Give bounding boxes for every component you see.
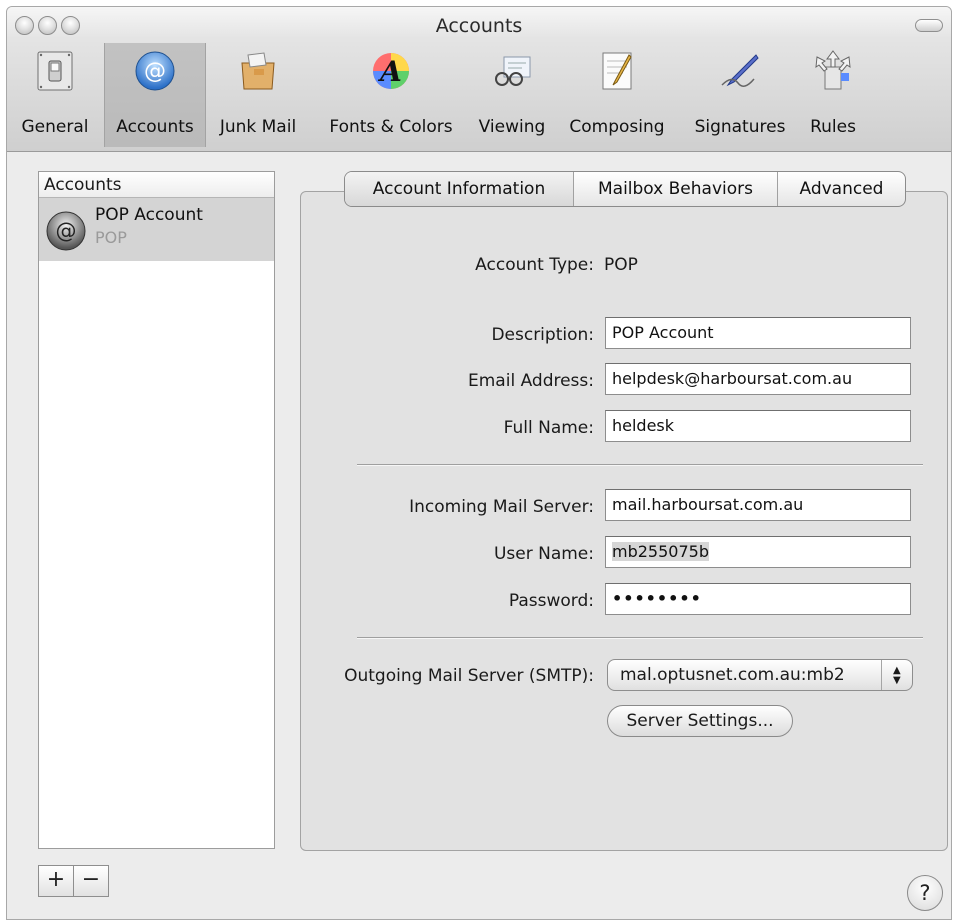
password-label: Password: <box>508 591 594 611</box>
notepad-pencil-icon <box>602 52 632 90</box>
tab-advanced[interactable]: Advanced <box>777 172 905 206</box>
toolbar-viewing[interactable]: Viewing <box>470 43 554 147</box>
user-name-label: User Name: <box>493 544 594 564</box>
account-type: POP <box>95 228 127 247</box>
toolbar-signatures[interactable]: Signatures <box>687 43 793 147</box>
smtp-label: Outgoing Mail Server (SMTP): <box>344 666 594 686</box>
server-settings-button[interactable]: Server Settings... <box>607 705 793 737</box>
help-button[interactable]: ? <box>907 875 943 911</box>
svg-text:@: @ <box>56 219 77 243</box>
account-info-panel <box>300 191 948 851</box>
toolbar-toggle-button[interactable] <box>915 19 943 32</box>
toolbar-label: Junk Mail <box>219 117 297 137</box>
description-label: Description: <box>491 325 594 345</box>
tab-mailbox-behaviors[interactable]: Mailbox Behaviors <box>573 172 777 206</box>
account-type-value: POP <box>604 255 638 275</box>
account-name: POP Account <box>95 205 203 225</box>
toolbar-label: Accounts <box>116 117 194 137</box>
incoming-server-label: Incoming Mail Server: <box>409 497 594 517</box>
user-name-value: mb255075b <box>612 542 709 561</box>
toolbar-label: Signatures <box>694 117 786 137</box>
font-a-icon: A <box>373 53 409 89</box>
list-item[interactable]: @ POP Account POP <box>39 198 274 261</box>
incoming-server-field[interactable]: mail.harboursat.com.au <box>605 489 911 521</box>
at-sign-icon: @ <box>46 211 86 251</box>
glasses-icon <box>495 56 531 86</box>
accounts-list-header: Accounts <box>39 172 274 198</box>
accounts-list[interactable]: Accounts @ POP Account POP <box>38 171 275 849</box>
toolbar-accounts[interactable]: @ Accounts <box>104 43 206 147</box>
full-name-field[interactable]: heldesk <box>605 410 911 442</box>
popup-arrows-icon: ▲ ▼ <box>881 660 912 690</box>
toolbar-composing[interactable]: Composing <box>559 43 675 147</box>
toolbar-label: Viewing <box>478 117 546 137</box>
svg-text:@: @ <box>144 59 166 84</box>
full-name-label: Full Name: <box>503 418 594 438</box>
toolbar-label: Composing <box>569 117 665 137</box>
toolbar-general[interactable]: General <box>9 43 101 147</box>
account-type-label: Account Type: <box>475 255 594 275</box>
email-address-field[interactable]: helpdesk@harboursat.com.au <box>605 363 911 395</box>
smtp-server-popup[interactable]: mal.optusnet.com.au:mb2 ▲ ▼ <box>607 659 913 691</box>
divider <box>357 464 923 466</box>
remove-account-button[interactable]: − <box>73 865 109 897</box>
preferences-window: Accounts General @ Accounts Junk Mail A … <box>6 6 952 920</box>
toolbar-label: Rules <box>810 117 856 137</box>
add-account-button[interactable]: + <box>38 865 74 897</box>
switch-icon <box>37 51 73 91</box>
at-sign-icon: @ <box>135 51 175 91</box>
toolbar-label: Fonts & Colors <box>329 117 453 137</box>
junk-mail-icon <box>241 52 275 90</box>
user-name-field[interactable]: mb255075b <box>605 536 911 568</box>
title-toolbar: Accounts General @ Accounts Junk Mail A … <box>7 7 951 152</box>
email-address-label: Email Address: <box>468 371 594 391</box>
divider <box>357 637 923 639</box>
smtp-server-value: mal.optusnet.com.au:mb2 <box>620 665 845 685</box>
arrows-icon <box>815 50 851 90</box>
password-field[interactable]: •••••••• <box>605 583 911 615</box>
toolbar-rules[interactable]: Rules <box>797 43 869 147</box>
tab-bar: Account Information Mailbox Behaviors Ad… <box>344 171 906 207</box>
svg-text:A: A <box>377 55 402 88</box>
toolbar-label: General <box>21 117 89 137</box>
toolbar-junk-mail[interactable]: Junk Mail <box>212 43 304 147</box>
toolbar-fonts-colors[interactable]: A Fonts & Colors <box>316 43 466 147</box>
tab-account-information[interactable]: Account Information <box>345 172 573 206</box>
window-title: Accounts <box>435 15 523 37</box>
pen-icon <box>721 54 759 87</box>
description-field[interactable]: POP Account <box>605 317 911 349</box>
